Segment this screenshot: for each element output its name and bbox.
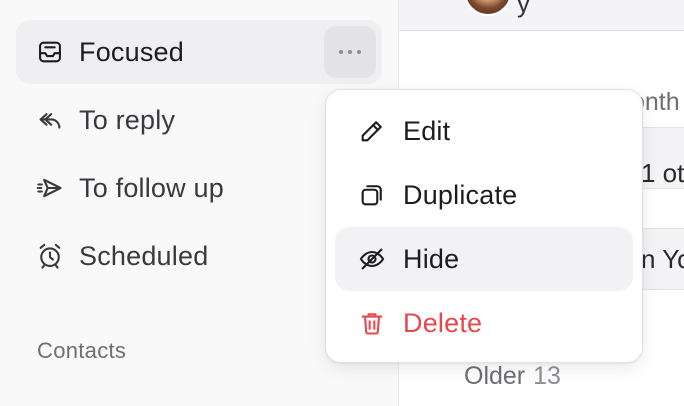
sidebar-item-label: To reply: [79, 104, 176, 135]
send-icon: [35, 173, 65, 203]
ellipsis-icon: [337, 43, 363, 61]
menu-item-edit[interactable]: Edit: [335, 99, 633, 163]
menu-item-duplicate[interactable]: Duplicate: [335, 163, 633, 227]
section-label-contacts: Contacts: [37, 338, 127, 363]
list-item-text: n Yo: [641, 244, 684, 274]
list-item-text: 1 ot: [641, 158, 684, 188]
duplicate-icon: [357, 180, 387, 210]
context-menu: Edit Duplicate Hide Delete: [325, 89, 643, 363]
sidebar-item-focused[interactable]: Focused: [16, 20, 382, 84]
more-options-button[interactable]: [324, 26, 376, 78]
pencil-icon: [357, 116, 387, 146]
menu-item-hide[interactable]: Hide: [335, 227, 633, 291]
menu-item-label: Edit: [403, 115, 451, 146]
eye-off-icon: [357, 244, 387, 274]
alarm-clock-icon: [35, 241, 65, 271]
older-count: 13: [533, 362, 561, 390]
sidebar-item-label: To follow up: [79, 172, 224, 203]
menu-item-label: Hide: [403, 243, 460, 274]
top-bar-text: y: [517, 0, 530, 18]
avatar[interactable]: [464, 0, 512, 16]
sidebar-item-label: Focused: [79, 36, 184, 67]
trash-icon: [357, 308, 387, 338]
top-bar: y: [399, 0, 684, 31]
sidebar-item-label: Scheduled: [79, 240, 209, 271]
menu-item-delete[interactable]: Delete: [335, 291, 633, 355]
inbox-icon: [35, 37, 65, 67]
menu-item-label: Duplicate: [403, 179, 518, 210]
reply-icon: [35, 105, 65, 135]
menu-item-label: Delete: [403, 307, 483, 338]
older-label: Older: [464, 362, 526, 390]
older-group-header[interactable]: Older 13: [464, 362, 561, 391]
